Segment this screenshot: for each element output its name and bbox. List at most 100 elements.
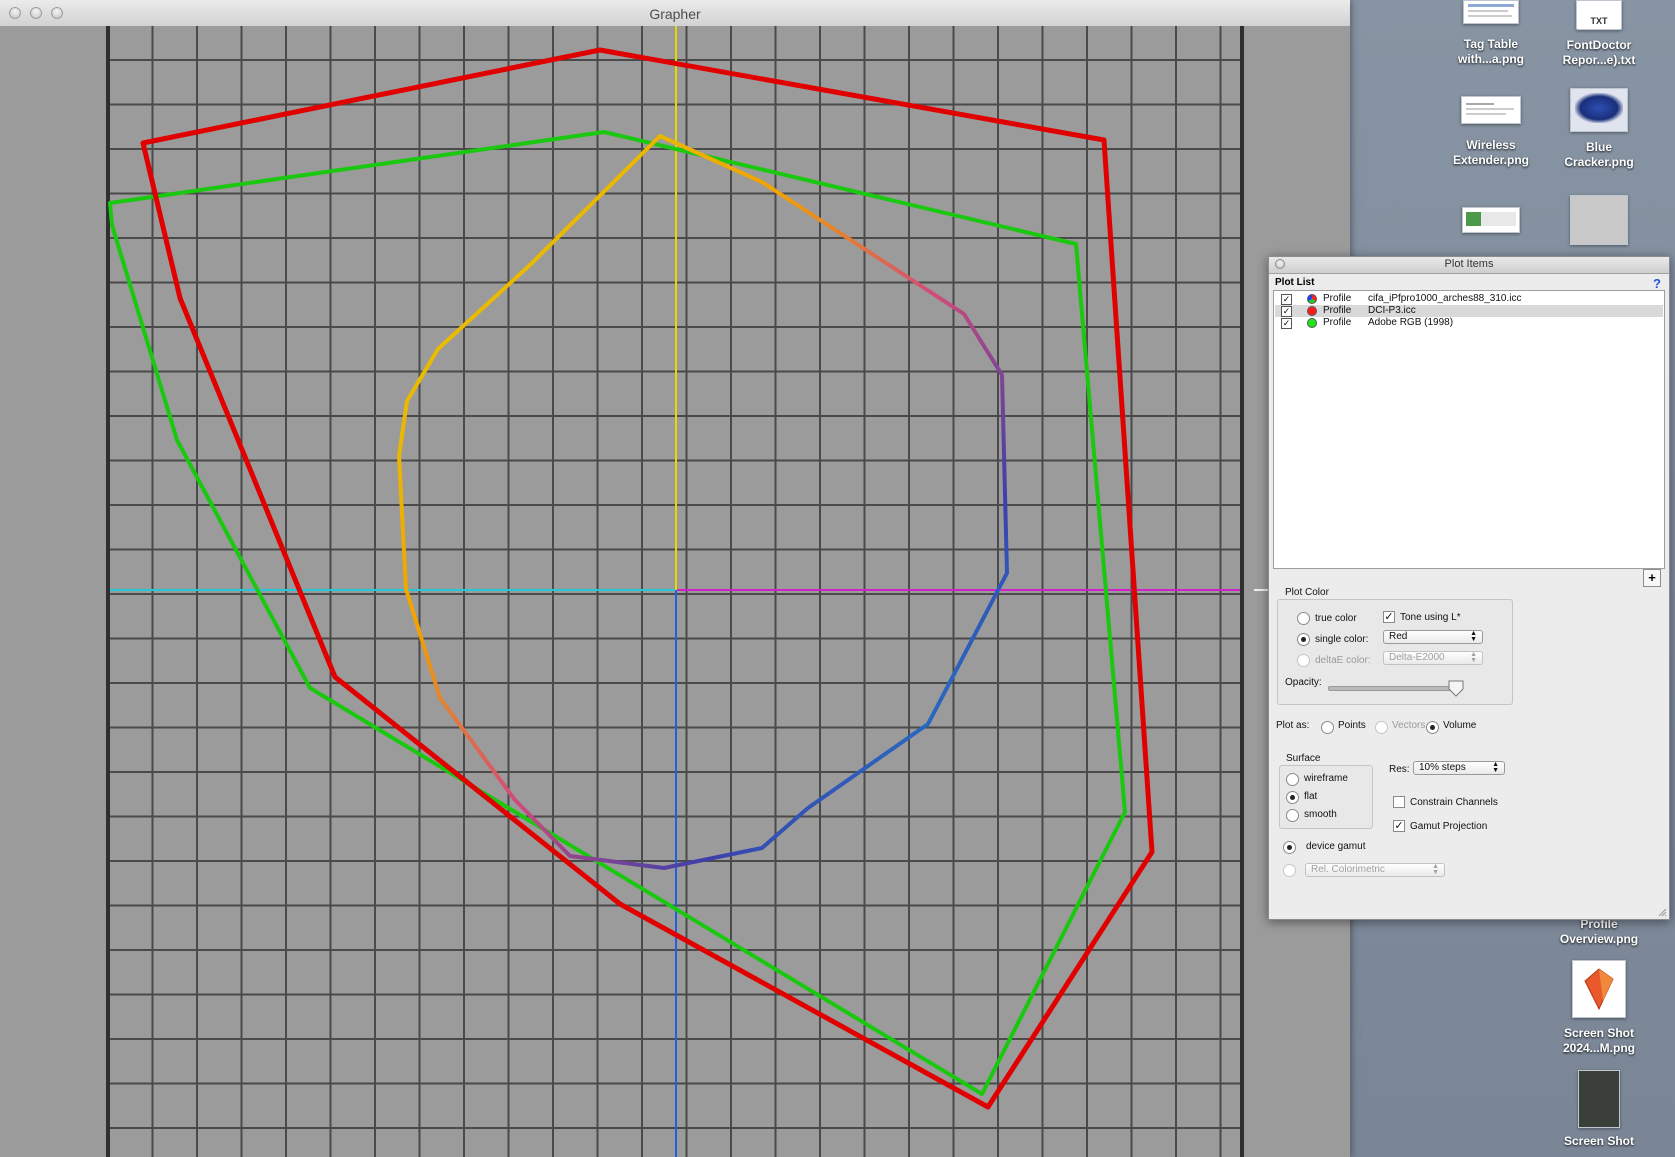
file-label-line2: Extender.png <box>1452 153 1529 167</box>
red-dot-icon <box>1307 306 1317 316</box>
surface-wireframe-radio[interactable] <box>1286 773 1299 786</box>
opacity-label: Opacity: <box>1285 677 1322 688</box>
desktop-file-screenshot-2[interactable]: Screen Shot <box>1539 1070 1659 1149</box>
device-gamut-radio[interactable] <box>1283 841 1296 854</box>
plot-as-vectors-label: Vectors <box>1392 720 1426 731</box>
plot-list-row[interactable]: ✓ Profile cifa_iPfpro1000_arches88_310.i… <box>1275 293 1663 305</box>
panel-title: Plot Items <box>1444 258 1494 270</box>
res-popup[interactable]: 10% steps ▲ ▼ <box>1413 761 1505 775</box>
file-label-line1: Tag Table <box>1463 37 1519 51</box>
surface-label: Surface <box>1286 753 1321 764</box>
surface-flat-radio[interactable] <box>1286 791 1299 804</box>
file-thumbnail <box>1570 195 1628 245</box>
rendering-intent-value: Rel. Colorimetric <box>1311 864 1385 875</box>
file-thumbnail <box>1462 207 1520 233</box>
rendering-intent-popup[interactable]: Rel. Colorimetric ▲ ▼ <box>1305 863 1445 877</box>
plot-color-label: Plot Color <box>1285 587 1329 598</box>
file-label-line1: Wireless <box>1466 138 1516 152</box>
surface-flat-label: flat <box>1304 791 1318 802</box>
plot-as-volume-radio[interactable] <box>1426 721 1439 734</box>
plot-list-row-selected[interactable]: ✓ Profile DCI-P3.icc <box>1275 305 1663 317</box>
single-color-popup[interactable]: Red ▲ ▼ <box>1383 630 1483 644</box>
file-label-line1: FontDoctor <box>1566 38 1632 52</box>
gamut-projection-checkbox[interactable]: ✓ <box>1393 820 1405 832</box>
file-label: Screen Shot <box>1539 1134 1659 1149</box>
row-name: Adobe RGB (1998) <box>1368 317 1454 328</box>
gamut-icon <box>1584 968 1614 1011</box>
row-visible-checkbox[interactable]: ✓ <box>1281 318 1292 329</box>
desktop-file-tag-table[interactable]: Tag Table with...a.png <box>1431 0 1551 67</box>
constrain-channels-label: Constrain Channels <box>1410 797 1498 808</box>
single-color-radio[interactable] <box>1297 633 1310 646</box>
tone-using-l-checkbox[interactable]: ✓ <box>1383 611 1395 623</box>
deltae-value: Delta-E2000 <box>1389 652 1445 663</box>
single-color-label: single color: <box>1315 634 1369 645</box>
file-label: Wireless Extender.png <box>1431 138 1551 168</box>
file-thumbnail <box>1578 1070 1620 1128</box>
row-type: Profile <box>1323 305 1352 316</box>
file-label: Blue Cracker.png <box>1539 140 1659 170</box>
row-type: Profile <box>1323 293 1352 304</box>
file-thumbnail <box>1461 96 1521 124</box>
file-thumbnail <box>1572 960 1626 1018</box>
file-label: Profile Overview.png <box>1539 917 1659 947</box>
tone-using-l-label: Tone using L* <box>1400 612 1461 623</box>
plot-as-label: Plot as: <box>1276 720 1310 731</box>
surface-wireframe-label: wireframe <box>1304 773 1348 784</box>
desktop-file-profile-overview[interactable]: Profile Overview.png <box>1539 917 1659 947</box>
gamut-projection-label: Gamut Projection <box>1410 821 1488 832</box>
rendering-intent-radio[interactable] <box>1283 864 1296 877</box>
desktop-file-unnamed-2[interactable] <box>1539 195 1659 245</box>
surface-smooth-label: smooth <box>1304 809 1337 820</box>
plot-items-panel: Plot Items Plot List ? ✓ Profile cifa_iP… <box>1268 256 1670 920</box>
file-label: Tag Table with...a.png <box>1431 37 1551 67</box>
multicolor-dot-icon <box>1307 294 1317 304</box>
file-label: Screen Shot 2024...M.png <box>1539 1026 1659 1056</box>
device-gamut-label: device gamut <box>1306 841 1366 852</box>
grapher-titlebar[interactable]: Grapher <box>0 0 1350 27</box>
file-label-line1: Screen Shot <box>1563 1134 1635 1148</box>
resize-grip-icon[interactable] <box>1657 907 1667 917</box>
file-label-line1: Screen Shot <box>1563 1026 1635 1040</box>
file-label-line2: 2024...M.png <box>1562 1041 1636 1055</box>
plot-list-row[interactable]: ✓ Profile Adobe RGB (1998) <box>1275 317 1663 329</box>
popup-arrows-icon: ▲ ▼ <box>1492 761 1499 774</box>
grapher-window: Grapher <box>0 0 1350 1157</box>
desktop-file-screenshot-1[interactable]: Screen Shot 2024...M.png <box>1539 960 1659 1056</box>
gamut-plot-canvas[interactable] <box>0 26 1350 1157</box>
slider-thumb-icon <box>1448 680 1464 697</box>
row-visible-checkbox[interactable]: ✓ <box>1281 306 1292 317</box>
plot-items-titlebar[interactable]: Plot Items <box>1269 257 1669 274</box>
text-file-icon: TXT <box>1576 0 1622 30</box>
desktop-file-fontdoctor[interactable]: TXT FontDoctor Repor...e).txt <box>1539 0 1659 68</box>
true-color-label: true color <box>1315 613 1357 624</box>
green-dot-icon <box>1307 318 1317 328</box>
row-name: DCI-P3.icc <box>1368 305 1416 316</box>
add-plot-item-button[interactable]: + <box>1643 569 1661 587</box>
row-name: cifa_iPfpro1000_arches88_310.icc <box>1368 293 1522 304</box>
res-label: Res: <box>1389 764 1410 775</box>
row-visible-checkbox[interactable]: ✓ <box>1281 294 1292 305</box>
desktop-file-wireless-extender[interactable]: Wireless Extender.png <box>1431 96 1551 168</box>
opacity-slider-track[interactable] <box>1328 686 1462 691</box>
file-label-line2: Cracker.png <box>1564 155 1634 169</box>
plot-as-volume-label: Volume <box>1443 720 1477 731</box>
row-type: Profile <box>1323 317 1352 328</box>
deltae-popup[interactable]: Delta-E2000 ▲ ▼ <box>1383 651 1483 665</box>
deltae-color-label: deltaE color: <box>1315 655 1371 666</box>
surface-smooth-radio[interactable] <box>1286 809 1299 822</box>
plot-list-label: Plot List <box>1275 277 1315 288</box>
plot-list[interactable]: ✓ Profile cifa_iPfpro1000_arches88_310.i… <box>1273 290 1665 569</box>
txt-badge: TXT <box>1590 16 1608 26</box>
plot-as-vectors-radio[interactable] <box>1375 721 1388 734</box>
constrain-channels-checkbox[interactable] <box>1393 796 1405 808</box>
true-color-radio[interactable] <box>1297 612 1310 625</box>
desktop-file-unnamed-1[interactable] <box>1431 207 1551 233</box>
help-button[interactable]: ? <box>1653 276 1661 291</box>
desktop-file-blue-cracker[interactable]: Blue Cracker.png <box>1539 88 1659 170</box>
file-thumbnail <box>1463 0 1519 24</box>
plot-as-points-radio[interactable] <box>1321 721 1334 734</box>
file-thumbnail <box>1570 88 1628 132</box>
deltae-color-radio[interactable] <box>1297 654 1310 667</box>
popup-arrows-icon: ▲ ▼ <box>1470 651 1477 664</box>
